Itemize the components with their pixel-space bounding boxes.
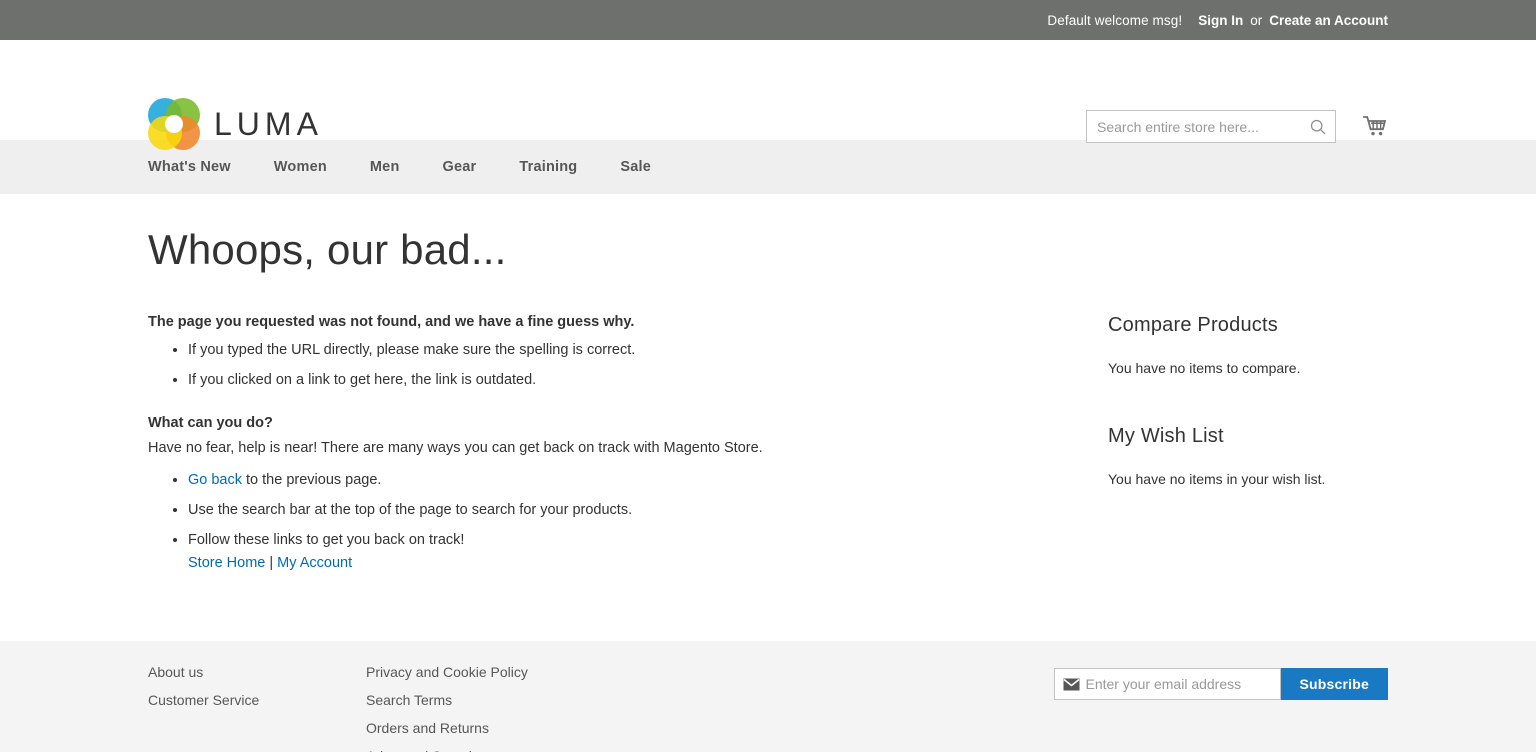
footer-link-about-us[interactable]: About us	[148, 665, 366, 679]
go-back-rest-text: to the previous page.	[242, 471, 382, 488]
page-content: Whoops, our bad... The page you requeste…	[0, 194, 1536, 641]
cart-link[interactable]	[1362, 114, 1388, 140]
store-home-link[interactable]: Store Home	[188, 555, 265, 571]
follow-links-text: Follow these links to get you back on tr…	[188, 532, 465, 549]
search-icon	[1310, 119, 1326, 134]
search-input[interactable]	[1087, 111, 1301, 142]
subscribe-button[interactable]: Subscribe	[1280, 668, 1388, 700]
logo-link[interactable]: LUMA	[148, 98, 323, 150]
nav-item-gear[interactable]: Gear	[443, 159, 477, 175]
newsletter-signup: Subscribe	[1053, 668, 1388, 700]
list-item: Follow these links to get you back on tr…	[188, 530, 1008, 573]
newsletter-field[interactable]	[1053, 668, 1281, 700]
help-paragraph: Have no fear, help is near! There are ma…	[148, 439, 763, 456]
error-reasons-list: If you typed the URL directly, please ma…	[148, 340, 1008, 391]
follow-links-row: Store Home | My Account	[188, 553, 1008, 573]
footer-link-orders-and-returns[interactable]: Orders and Returns	[366, 721, 966, 735]
luma-flower-logo-icon	[148, 98, 200, 150]
footer-link-search-terms[interactable]: Search Terms	[366, 693, 966, 707]
envelope-icon	[1063, 678, 1079, 690]
search-box[interactable]	[1086, 110, 1336, 143]
shopping-cart-icon	[1363, 115, 1387, 135]
create-account-link[interactable]: Create an Account	[1269, 13, 1388, 28]
links-separator: |	[269, 554, 274, 571]
wishlist-title: My Wish List	[1108, 424, 1224, 447]
top-panel: Default welcome msg! Sign In or Create a…	[0, 0, 1536, 40]
footer-link-customer-service[interactable]: Customer Service	[148, 693, 366, 707]
sign-in-link[interactable]: Sign In	[1198, 13, 1243, 28]
go-back-link[interactable]: Go back	[188, 472, 242, 488]
footer-column-two: Privacy and Cookie Policy Search Terms O…	[366, 665, 966, 752]
list-item: If you typed the URL directly, please ma…	[188, 340, 1008, 360]
what-can-you-do-heading: What can you do?	[148, 414, 273, 431]
page-footer: About us Customer Service Privacy and Co…	[0, 641, 1536, 752]
wishlist-empty-text: You have no items in your wish list.	[1108, 470, 1326, 487]
main-column: The page you requested was not found, an…	[148, 314, 1008, 597]
page-header: LUMA	[0, 40, 1536, 150]
header-search-block	[1086, 110, 1388, 143]
footer-link-privacy-policy[interactable]: Privacy and Cookie Policy	[366, 665, 966, 679]
footer-column-one: About us Customer Service	[148, 665, 366, 752]
my-account-link[interactable]: My Account	[277, 555, 352, 571]
list-item: Use the search bar at the top of the pag…	[188, 500, 1008, 520]
nav-item-whats-new[interactable]: What's New	[148, 159, 231, 175]
search-submit-button[interactable]	[1301, 111, 1335, 142]
nav-item-training[interactable]: Training	[519, 159, 577, 175]
sidebar: Compare Products You have no items to co…	[1108, 314, 1348, 597]
welcome-message: Default welcome msg!	[1047, 12, 1183, 28]
error-actions-list: Go back to the previous page. Use the se…	[148, 470, 1008, 573]
compare-products-empty-text: You have no items to compare.	[1108, 360, 1301, 376]
compare-products-title: Compare Products	[1108, 314, 1278, 336]
nav-item-women[interactable]: Women	[274, 159, 327, 175]
content-columns: The page you requested was not found, an…	[148, 314, 1388, 597]
logo-text: LUMA	[214, 105, 323, 142]
nav-item-sale[interactable]: Sale	[620, 159, 651, 175]
newsletter-email-input[interactable]	[1079, 669, 1280, 699]
list-item: Go back to the previous page.	[188, 470, 1008, 490]
list-item: If you clicked on a link to get here, th…	[188, 370, 1008, 390]
page-title: Whoops, our bad...	[148, 226, 507, 273]
top-panel-separator: or	[1250, 12, 1263, 28]
nav-item-men[interactable]: Men	[370, 159, 400, 175]
error-lead-text: The page you requested was not found, an…	[148, 314, 635, 330]
